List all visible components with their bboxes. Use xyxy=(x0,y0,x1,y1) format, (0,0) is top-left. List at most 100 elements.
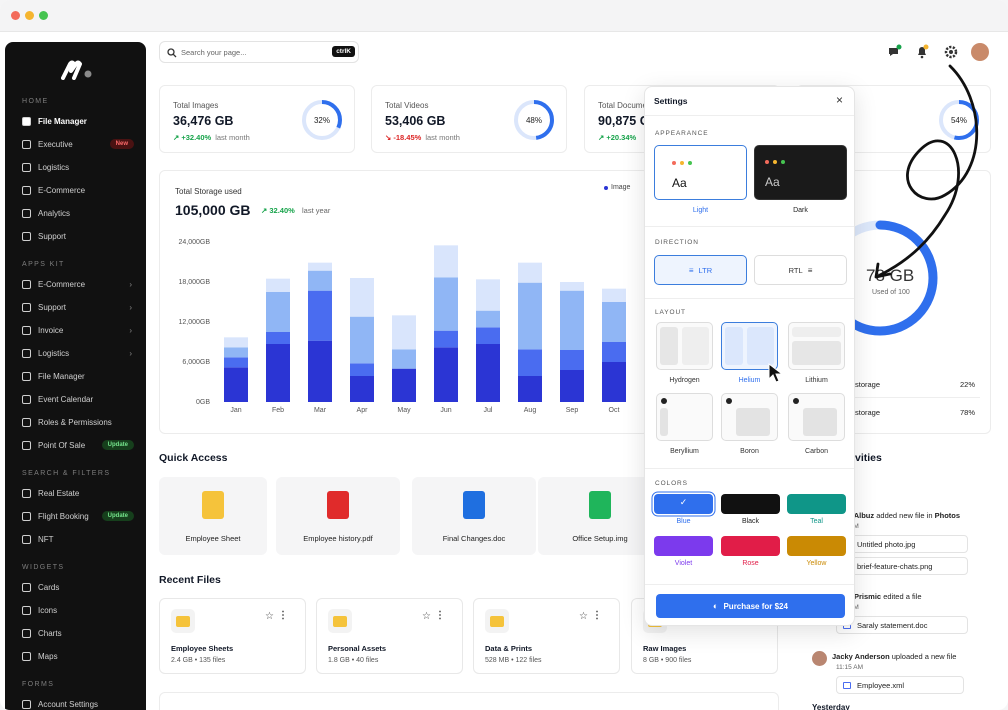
home-icon xyxy=(22,488,31,498)
layout-option-carbon[interactable] xyxy=(788,393,845,441)
layout-label: Hydrogen xyxy=(669,377,700,384)
star-icon[interactable]: ☆ xyxy=(422,611,431,622)
gauge-subtitle: Used of 100 xyxy=(872,289,910,296)
recent-file-card[interactable]: ☆ ⋮ Personal Assets 1.8 GB • 40 files xyxy=(316,598,463,674)
activity-file-chip[interactable]: brief-feature-chats.png xyxy=(836,557,968,575)
color-swatch-violet[interactable] xyxy=(654,536,713,556)
more-vertical-icon[interactable]: ⋮ xyxy=(278,610,288,621)
layout-option-hydrogen[interactable] xyxy=(656,322,713,370)
theme-light-option[interactable]: Aa xyxy=(654,145,747,200)
color-swatch-rose[interactable] xyxy=(721,536,780,556)
stat-delta-value: -18.45% xyxy=(393,133,422,142)
lock-icon xyxy=(22,417,31,427)
more-vertical-icon[interactable]: ⋮ xyxy=(592,610,602,621)
layout-option-boron[interactable] xyxy=(721,393,778,441)
recent-file-card[interactable]: ☆ ⋮ Data & Prints 528 MB • 122 files xyxy=(473,598,620,674)
layout-preview-logo xyxy=(726,398,732,404)
activity-file-chip[interactable]: Employee.xml xyxy=(836,676,964,694)
file-icon xyxy=(843,682,851,689)
theme-dark-sample: Aa xyxy=(765,175,780,189)
sidebar-item-support[interactable]: Support xyxy=(22,228,138,244)
color-swatch-yellow[interactable] xyxy=(787,536,846,556)
sidebar-item-roles-permissions[interactable]: Roles & Permissions xyxy=(22,414,138,430)
stat-delta: ↗ +20.34% xyxy=(598,133,640,142)
sidebar-item-file-manager[interactable]: File Manager xyxy=(22,113,138,129)
sidebar-item-logistics[interactable]: Logistics xyxy=(22,159,138,175)
purchase-button[interactable]: ◐ Purchase for $24 xyxy=(656,594,845,618)
quick-access-item[interactable]: Employee Sheet xyxy=(159,477,267,555)
y-tick-label: 12,000GB xyxy=(178,319,210,326)
bar-segment xyxy=(476,327,500,344)
layout-preview-content xyxy=(747,327,774,365)
truck-icon xyxy=(22,348,31,358)
sidebar-item-flight-booking[interactable]: Flight Booking Update xyxy=(22,508,138,524)
quick-access-item[interactable]: Employee history.pdf xyxy=(276,477,400,555)
sidebar-item-analytics[interactable]: Analytics xyxy=(22,205,138,221)
recent-file-count: 40 files xyxy=(356,657,379,664)
bar-segment xyxy=(308,290,332,341)
hand-drawn-arrow-icon xyxy=(874,64,979,279)
activity-file-name: Untitled photo.jpg xyxy=(857,540,916,549)
bar-segment xyxy=(392,368,416,402)
bell-icon[interactable] xyxy=(914,44,930,60)
sidebar-item-charts[interactable]: Charts xyxy=(22,625,138,641)
sidebar-item-cards[interactable]: Cards xyxy=(22,579,138,595)
sidebar-item-logistics[interactable]: Logistics › xyxy=(22,345,138,361)
stat-label: Total Videos xyxy=(385,101,429,110)
color-swatch-teal[interactable] xyxy=(787,494,846,514)
layout-preview-content xyxy=(660,408,668,436)
direction-ltr-button[interactable]: ≡ LTR xyxy=(654,255,747,285)
minimize-window-dot[interactable] xyxy=(25,11,34,20)
star-icon[interactable]: ☆ xyxy=(265,611,274,622)
y-tick-label: 0GB xyxy=(196,399,210,406)
sidebar-item-e-commerce[interactable]: E-Commerce › xyxy=(22,276,138,292)
layout-option-lithium[interactable] xyxy=(788,322,845,370)
sidebar-item-point-of-sale[interactable]: Point Of Sale Update xyxy=(22,437,138,453)
sidebar-item-nft[interactable]: NFT xyxy=(22,531,138,547)
gear-icon[interactable] xyxy=(943,44,959,60)
sidebar-item-maps[interactable]: Maps xyxy=(22,648,138,664)
sidebar-item-e-commerce[interactable]: E-Commerce xyxy=(22,182,138,198)
user-gear-icon xyxy=(22,699,31,709)
quick-access-name: Employee Sheet xyxy=(185,534,241,543)
color-swatch-blue[interactable]: ✓ xyxy=(654,494,713,514)
more-vertical-icon[interactable]: ⋮ xyxy=(435,610,445,621)
activity-file-chip[interactable]: Untitled photo.jpg xyxy=(836,535,968,553)
quick-access-item[interactable]: Final Changes.doc xyxy=(412,477,536,555)
folder-icon xyxy=(22,116,31,126)
settings-title: Settings xyxy=(654,96,688,106)
sidebar-item-executive[interactable]: Executive New xyxy=(22,136,138,152)
bar-segment xyxy=(308,270,332,291)
close-icon[interactable]: × xyxy=(836,93,843,107)
direction-rtl-button[interactable]: RTL ≡ xyxy=(754,255,847,285)
sidebar-item-file-manager[interactable]: File Manager xyxy=(22,368,138,384)
recent-file-meta: 528 MB • 122 files xyxy=(485,657,542,664)
theme-dark-option[interactable]: Aa xyxy=(754,145,847,200)
activity-file-chip[interactable]: Saraly statement.doc xyxy=(836,616,968,634)
x-tick-label: Sep xyxy=(566,407,579,414)
sidebar-item-real-estate[interactable]: Real Estate xyxy=(22,485,138,501)
cart-icon xyxy=(22,279,31,289)
maximize-window-dot[interactable] xyxy=(39,11,48,20)
color-swatch-black[interactable] xyxy=(721,494,780,514)
close-window-dot[interactable] xyxy=(11,11,20,20)
bar-segment xyxy=(266,332,290,344)
bar-segment xyxy=(560,290,584,350)
bar-segment xyxy=(560,282,584,291)
calendar-icon xyxy=(22,394,31,404)
search-input[interactable]: Search your page... xyxy=(181,48,246,57)
sidebar-item-support[interactable]: Support › xyxy=(22,299,138,315)
recent-file-card[interactable]: ☆ ⋮ Employee Sheets 2.4 GB • 135 files xyxy=(159,598,306,674)
sidebar-item-invoice[interactable]: Invoice › xyxy=(22,322,138,338)
search-box[interactable]: Search your page... ctrlK xyxy=(159,41,359,63)
bar-segment xyxy=(224,357,248,368)
sidebar-item-account-settings[interactable]: Account Settings xyxy=(22,696,138,710)
stat-delta-value: +20.34% xyxy=(606,133,637,142)
sidebar-item-icons[interactable]: Icons xyxy=(22,602,138,618)
layout-option-beryllium[interactable] xyxy=(656,393,713,441)
sidebar-item-event-calendar[interactable]: Event Calendar xyxy=(22,391,138,407)
user-avatar[interactable] xyxy=(971,43,989,61)
star-icon[interactable]: ☆ xyxy=(579,611,588,622)
chat-icon[interactable] xyxy=(886,44,902,60)
rtl-label: RTL xyxy=(788,265,803,275)
